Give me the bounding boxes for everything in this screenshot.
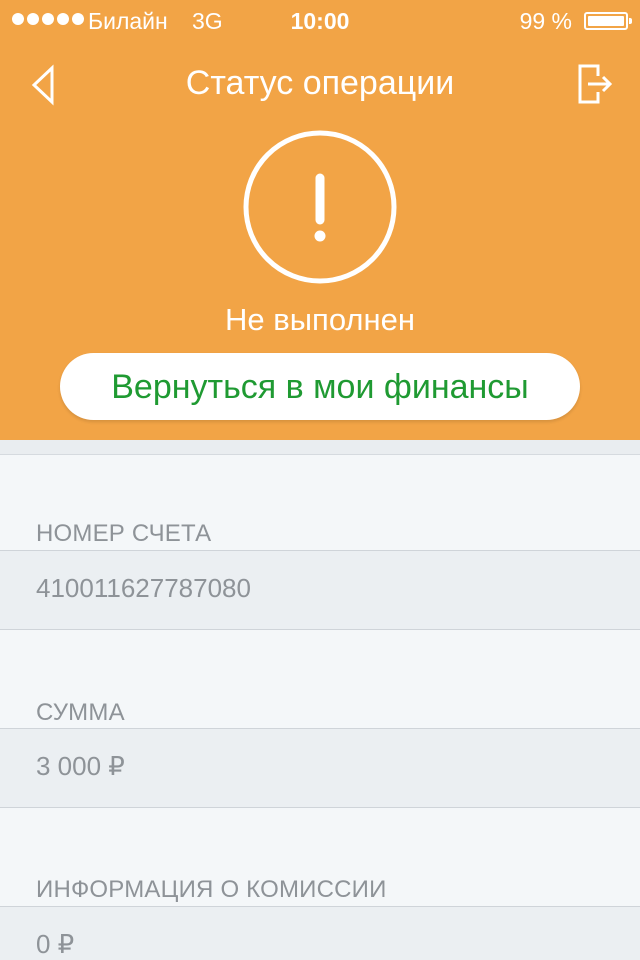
page-title: Статус операции bbox=[185, 64, 455, 102]
logout-button[interactable] bbox=[574, 62, 618, 106]
operation-details: НОМЕР СЧЕТА 410011627787080 СУММА 3 000 … bbox=[0, 440, 640, 960]
logout-icon bbox=[578, 64, 613, 104]
fee-value-box: 0 ₽ bbox=[0, 906, 640, 960]
account-value-box: 410011627787080 bbox=[0, 550, 640, 630]
fee-value: 0 ₽ bbox=[36, 929, 75, 959]
operation-status-text: Не выполнен bbox=[225, 302, 415, 337]
amount-value-box: 3 000 ₽ bbox=[0, 728, 640, 808]
screen: Билайн 3G 10:00 99 % Статус операции Не … bbox=[0, 0, 640, 960]
amount-value: 3 000 ₽ bbox=[36, 751, 125, 781]
exclamation-circle-icon bbox=[243, 130, 397, 284]
fee-label: ИНФОРМАЦИЯ О КОМИССИИ bbox=[36, 876, 387, 903]
amount-label: СУММА bbox=[36, 699, 125, 726]
account-label: НОМЕР СЧЕТА bbox=[36, 520, 212, 547]
divider bbox=[0, 440, 640, 455]
battery-icon bbox=[584, 12, 632, 30]
battery-percent: 99 % bbox=[519, 8, 572, 34]
status-bar: Билайн 3G 10:00 99 % bbox=[0, 0, 640, 40]
header: Билайн 3G 10:00 99 % Статус операции Не … bbox=[0, 0, 640, 440]
return-to-finances-button[interactable]: Вернуться в мои финансы bbox=[60, 353, 580, 420]
account-value: 410011627787080 bbox=[36, 573, 251, 603]
